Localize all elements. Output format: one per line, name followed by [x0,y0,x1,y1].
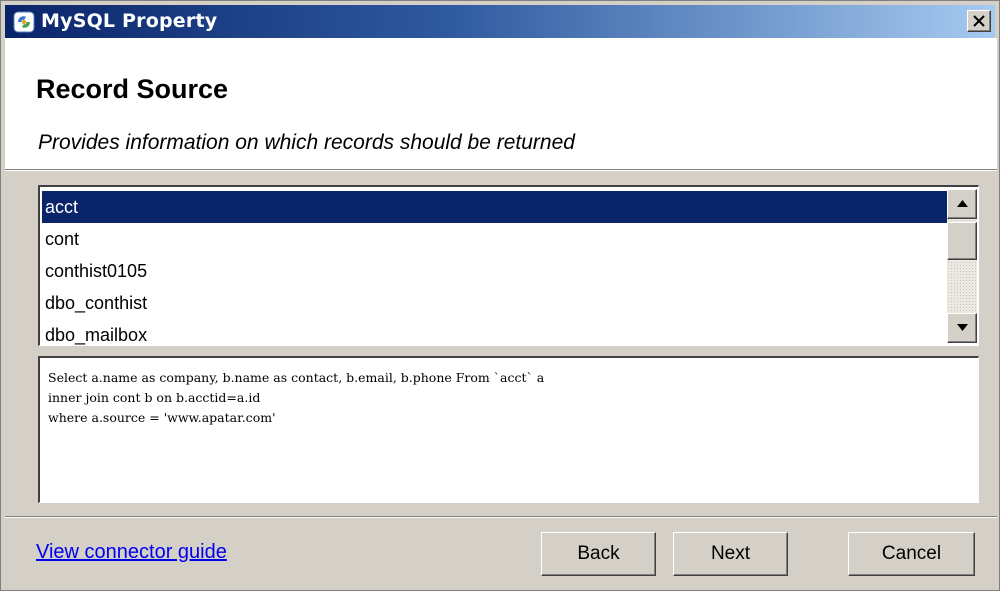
table-list: acct cont conthist0105 dbo_conthist dbo_… [42,191,947,345]
scroll-up-button[interactable] [947,189,977,219]
next-button[interactable]: Next [673,532,788,576]
title-bar[interactable]: MySQL Property [5,5,995,38]
header-panel: Record Source Provides information on wh… [5,38,997,169]
table-listbox[interactable]: acct cont conthist0105 dbo_conthist dbo_… [38,185,979,346]
scroll-down-button[interactable] [947,313,977,343]
list-item-dbo-mailbox[interactable]: dbo_mailbox [42,319,947,345]
view-connector-guide-link[interactable]: View connector guide [36,541,227,564]
mysql-app-icon [13,11,35,33]
list-item-dbo-conthist[interactable]: dbo_conthist [42,287,947,319]
sql-query-textarea[interactable]: Select a.name as company, b.name as cont… [38,356,979,503]
footer-divider [5,516,997,518]
cancel-button[interactable]: Cancel [848,532,975,576]
list-scrollbar[interactable] [947,189,977,343]
mysql-property-dialog: MySQL Property Record Source Provides in… [0,0,1000,591]
page-subtitle: Provides information on which records sh… [38,131,575,154]
page-title: Record Source [36,74,229,104]
query-line: Select a.name as company, b.name as cont… [48,370,545,385]
back-button[interactable]: Back [541,532,656,576]
close-button[interactable] [967,10,991,32]
query-line: where a.source = 'www.apatar.com' [48,410,276,425]
list-item-acct[interactable]: acct [42,191,947,223]
arrow-down-icon [957,324,968,331]
list-item-cont[interactable]: cont [42,223,947,255]
header-divider [5,169,997,171]
scroll-thumb[interactable] [947,222,977,260]
close-icon [973,15,985,27]
window-title: MySQL Property [41,10,218,32]
query-line: inner join cont b on b.acctid=a.id [48,390,261,405]
arrow-up-icon [957,200,968,207]
list-item-conthist0105[interactable]: conthist0105 [42,255,947,287]
